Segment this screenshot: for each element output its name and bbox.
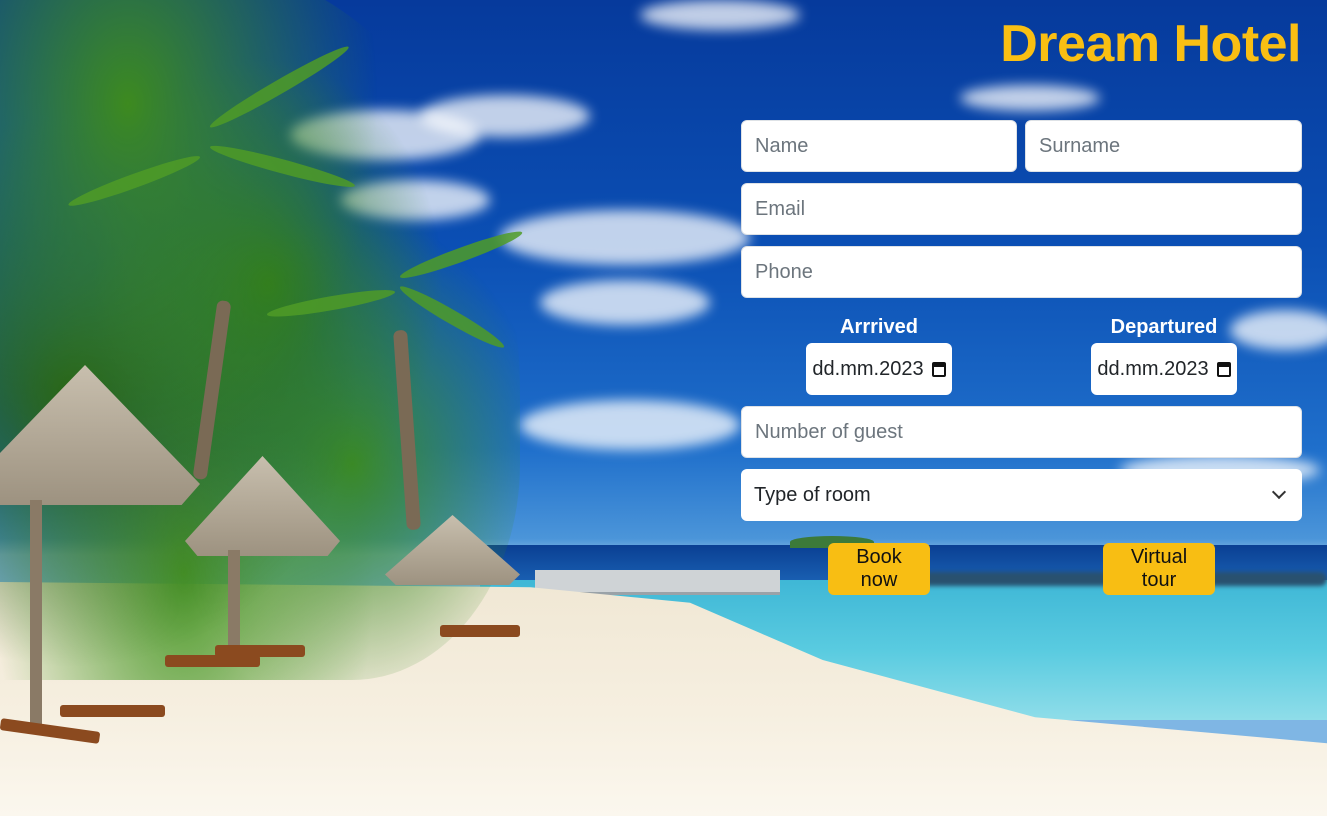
surname-input[interactable] — [1025, 120, 1302, 172]
phone-input[interactable] — [741, 246, 1302, 298]
departured-label: Departured — [1110, 316, 1218, 338]
room-type-select[interactable]: Type of room — [741, 469, 1302, 521]
virtual-tour-button[interactable]: Virtual tour — [1103, 543, 1215, 595]
book-now-button[interactable]: Book now — [828, 543, 930, 595]
calendar-icon[interactable] — [1216, 361, 1231, 377]
guests-input[interactable] — [741, 406, 1302, 458]
name-input[interactable] — [741, 120, 1017, 172]
departured-date-input[interactable]: dd.mm.2023 — [1091, 343, 1237, 395]
arrived-label: Arrrived — [840, 316, 918, 338]
chevron-down-icon — [1271, 484, 1287, 500]
calendar-icon[interactable] — [931, 361, 946, 377]
hotel-title: Dream Hotel — [1000, 15, 1301, 73]
email-input[interactable] — [741, 183, 1302, 235]
departured-date-value: dd.mm.2023 — [1097, 357, 1209, 380]
room-type-selected: Type of room — [754, 483, 871, 506]
arrived-date-input[interactable]: dd.mm.2023 — [806, 343, 952, 395]
arrived-date-value: dd.mm.2023 — [812, 357, 924, 380]
